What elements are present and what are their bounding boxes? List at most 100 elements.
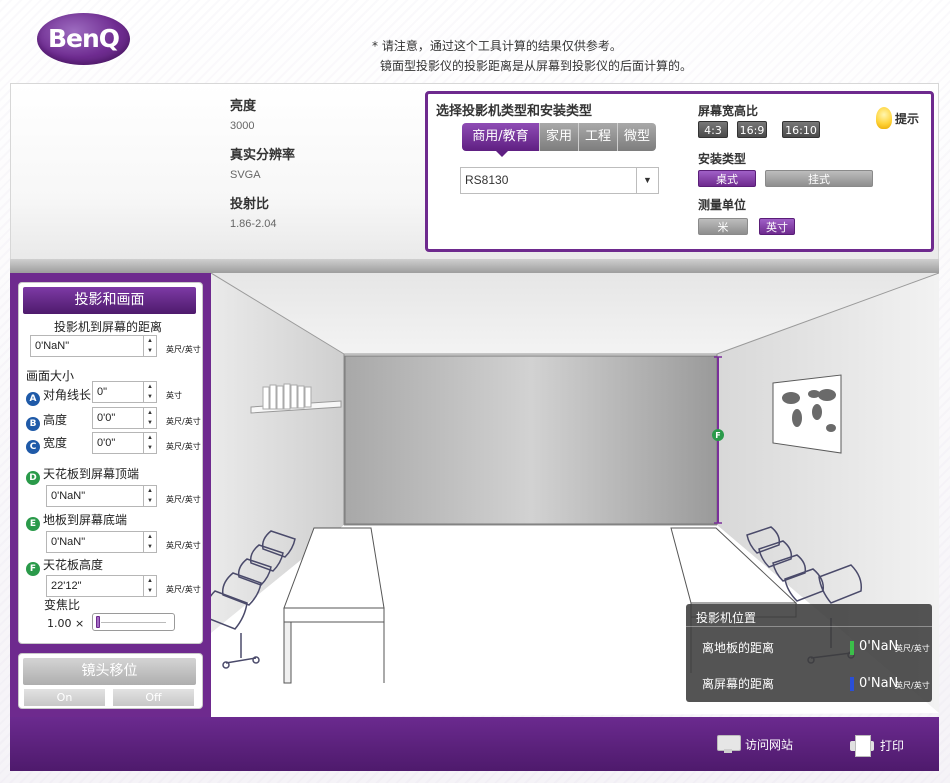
width-stepper[interactable]: ▲ ▼: [143, 433, 156, 453]
brightness-label: 亮度: [230, 99, 257, 114]
diagonal-value: 0": [97, 386, 108, 398]
screen-distance-marker: [850, 677, 854, 691]
throw-ratio-label: 投射比: [230, 197, 270, 212]
height-stepper[interactable]: ▲ ▼: [143, 408, 156, 428]
zoom-label: 变焦比: [44, 598, 81, 612]
position-panel-title: 投影机位置: [696, 611, 757, 625]
lightbulb-icon: [876, 107, 892, 129]
ceiling-top-stepper[interactable]: ▲ ▼: [143, 486, 156, 506]
spec-throw-ratio: 投射比 1.86-2.04: [230, 193, 276, 230]
unit-inch-button[interactable]: 英寸: [759, 218, 795, 235]
badge-f-icon: F: [26, 562, 40, 576]
projector-position-panel: 投影机位置 离地板的距离 0'NaN 英尺/英寸 离屏幕的距离 0'NaN 英尺…: [686, 604, 932, 702]
ceiling-top-value: 0'NaN": [51, 490, 86, 502]
width-unit: 英尺/英寸: [166, 442, 201, 451]
projection-screen: [344, 355, 718, 525]
lens-shift-on-button[interactable]: On: [24, 689, 105, 706]
hint-button[interactable]: 提示: [876, 107, 919, 129]
height-label: 高度: [43, 413, 68, 427]
install-type-label: 安装类型: [698, 152, 747, 166]
floor-bottom-stepper[interactable]: ▲ ▼: [143, 532, 156, 552]
distance-stepper[interactable]: ▲ ▼: [143, 336, 156, 356]
left-panel: 投影和画面 投影机到屏幕的距离 0'NaN" ▲ ▼ 英尺/英寸 画面大小 A 对角…: [10, 273, 211, 717]
ceiling-height-unit: 英尺/英寸: [166, 585, 201, 594]
floor-distance-marker: [850, 641, 854, 655]
projection-card-title: 投影和画面: [23, 287, 196, 314]
aspect-4-3-button[interactable]: 4:3: [698, 121, 728, 138]
lens-shift-off-button[interactable]: Off: [113, 689, 194, 706]
projection-card: 投影和画面 投影机到屏幕的距离 0'NaN" ▲ ▼ 英尺/英寸 画面大小 A 对角…: [18, 282, 203, 644]
width-value: 0'0": [97, 437, 116, 449]
distance-value: 0'NaN": [35, 340, 70, 352]
zoom-value-row: 1.00 ×: [47, 617, 84, 630]
badge-e-icon: E: [26, 517, 40, 531]
tab-portable[interactable]: 微型: [618, 123, 657, 151]
tab-installation[interactable]: 工程: [579, 123, 619, 151]
ceiling-height-label-row: F 天花板高度: [26, 556, 103, 576]
floor-bottom-input[interactable]: 0'NaN" ▲ ▼: [46, 531, 157, 553]
ceiling-top-label: 天花板到屏幕顶端: [43, 467, 140, 481]
notice-line-1: * 请注意，通过这个工具计算的结果仅供参考。: [372, 39, 622, 53]
category-tabs: 商用/教育 家用 工程 微型: [462, 123, 657, 157]
distance-input[interactable]: 0'NaN" ▲ ▼: [30, 335, 157, 357]
visit-website-button[interactable]: 访问网站: [717, 735, 793, 753]
aspect-ratio-label: 屏幕宽高比: [698, 104, 759, 118]
zoom-slider-thumb[interactable]: [96, 616, 100, 628]
install-ceiling-button[interactable]: 挂式: [765, 170, 873, 187]
logo-text: BenQ: [47, 23, 120, 53]
diagonal-input[interactable]: 0" ▲ ▼: [92, 381, 157, 403]
aspect-16-10-button[interactable]: 16:10: [782, 121, 820, 138]
width-input[interactable]: 0'0" ▲ ▼: [92, 432, 157, 454]
distance-label: 投影机到屏幕的距离: [54, 320, 163, 334]
model-dropdown[interactable]: RS8130 ▼: [460, 167, 659, 194]
width-label: 宽度: [43, 436, 68, 450]
aspect-16-9-button[interactable]: 16:9: [737, 121, 767, 138]
chevron-down-icon[interactable]: ▼: [636, 168, 658, 193]
zoom-slider[interactable]: [92, 613, 175, 631]
notice: * 请注意，通过这个工具计算的结果仅供参考。 镜面型投影仪的投影距离是从屏幕到投…: [372, 36, 692, 76]
floor-distance-label: 离地板的距离: [702, 641, 775, 655]
screen-size-label: 画面大小: [26, 369, 75, 383]
floor-distance-unit: 英尺/英寸: [895, 644, 930, 653]
zoom-suffix: ×: [75, 617, 85, 630]
divider-bar: [10, 259, 939, 273]
install-table-button[interactable]: 桌式: [698, 170, 756, 187]
lens-shift-title: 镜头移位: [23, 658, 196, 685]
print-label: 打印: [880, 738, 905, 753]
badge-d-icon: D: [26, 471, 40, 485]
badge-b-icon: B: [26, 417, 40, 431]
badge-a-icon: A: [26, 392, 40, 406]
ceiling-top-input[interactable]: 0'NaN" ▲ ▼: [46, 485, 157, 507]
print-button[interactable]: 打印: [850, 735, 905, 757]
height-unit: 英尺/英寸: [166, 417, 201, 426]
ceiling-height-value: 22'12": [51, 580, 82, 592]
brightness-value: 3000: [230, 120, 255, 132]
floor-bottom-label: 地板到屏幕底端: [43, 513, 128, 527]
throw-ratio-value: 1.86-2.04: [230, 218, 277, 230]
selector-title: 选择投影机类型和安装类型: [436, 104, 593, 119]
height-label-row: B 高度: [26, 411, 67, 431]
floor-bottom-unit: 英尺/英寸: [166, 541, 201, 550]
tab-home[interactable]: 家用: [540, 123, 580, 151]
printer-icon: [850, 735, 874, 757]
monitor-icon: [717, 735, 741, 753]
tab-business-education[interactable]: 商用/教育: [462, 123, 540, 157]
height-input[interactable]: 0'0" ▲ ▼: [92, 407, 157, 429]
lens-shift-card: 镜头移位 On Off: [18, 653, 203, 709]
ceiling-top-unit: 英尺/英寸: [166, 495, 201, 504]
screen-distance-unit: 英尺/英寸: [895, 681, 930, 690]
resolution-value: SVGA: [230, 169, 261, 181]
projector-type-selector: 选择投影机类型和安装类型 商用/教育 家用 工程 微型 RS8130 ▼ 屏幕宽…: [425, 91, 934, 252]
ceiling-height-input[interactable]: 22'12" ▲ ▼: [46, 575, 157, 597]
spec-resolution: 真实分辨率 SVGA: [230, 144, 295, 181]
ceiling-height-stepper[interactable]: ▲ ▼: [143, 576, 156, 596]
diagonal-label: 对角线长: [43, 388, 92, 402]
floor-distance-value: 0'NaN: [859, 639, 899, 654]
diagonal-unit: 英寸: [166, 391, 182, 400]
diagonal-stepper[interactable]: ▲ ▼: [143, 382, 156, 402]
measure-unit-label: 测量单位: [698, 198, 747, 212]
height-value: 0'0": [97, 412, 116, 424]
position-panel-divider: [686, 626, 932, 627]
resolution-label: 真实分辨率: [230, 148, 296, 163]
unit-meter-button[interactable]: 米: [698, 218, 748, 235]
